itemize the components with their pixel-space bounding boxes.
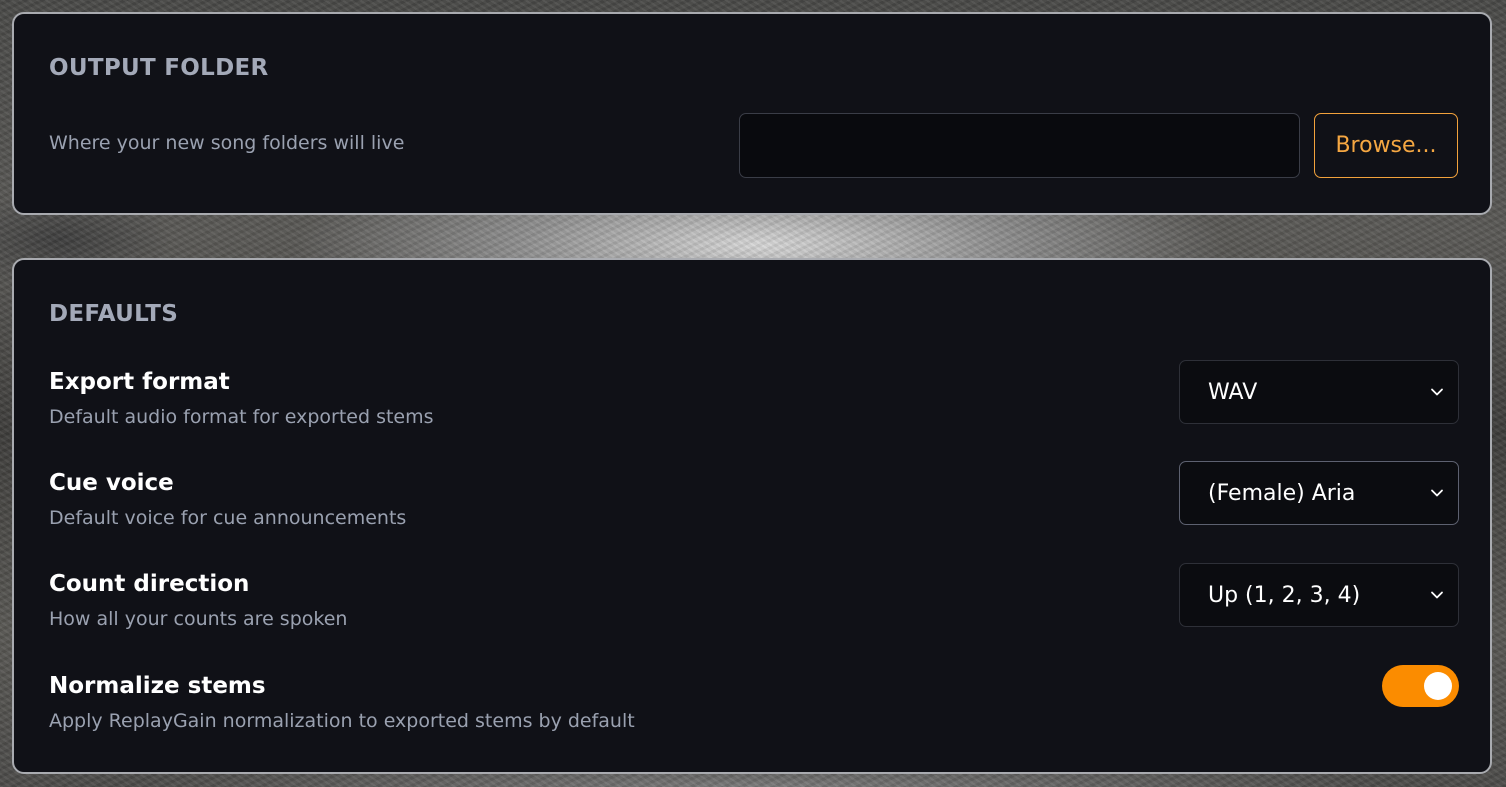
chevron-down-icon	[1431, 489, 1443, 497]
export-format-value: WAV	[1208, 379, 1258, 405]
count-direction-select[interactable]: Up (1, 2, 3, 4)	[1179, 563, 1459, 627]
cue-voice-select[interactable]: (Female) Aria	[1179, 461, 1459, 525]
browse-button[interactable]: Browse...	[1314, 113, 1458, 178]
normalize-stems-toggle[interactable]	[1382, 665, 1459, 707]
output-folder-card: OUTPUT FOLDER Where your new song folder…	[12, 12, 1492, 215]
output-folder-title: OUTPUT FOLDER	[49, 55, 269, 81]
chevron-down-icon	[1431, 388, 1443, 396]
output-folder-description: Where your new song folders will live	[49, 132, 405, 154]
normalize-stems-label: Normalize stems	[49, 673, 266, 699]
export-format-select[interactable]: WAV	[1179, 360, 1459, 424]
chevron-down-icon	[1431, 591, 1443, 599]
defaults-title: DEFAULTS	[49, 301, 179, 327]
cue-voice-value: (Female) Aria	[1208, 480, 1356, 506]
count-direction-value: Up (1, 2, 3, 4)	[1208, 582, 1361, 608]
normalize-stems-row: Normalize stems Apply ReplayGain normali…	[49, 673, 1459, 732]
normalize-stems-description: Apply ReplayGain normalization to export…	[49, 710, 635, 732]
defaults-card: DEFAULTS Export format Default audio for…	[12, 258, 1492, 774]
output-folder-input[interactable]	[739, 113, 1300, 178]
toggle-knob	[1424, 672, 1452, 700]
